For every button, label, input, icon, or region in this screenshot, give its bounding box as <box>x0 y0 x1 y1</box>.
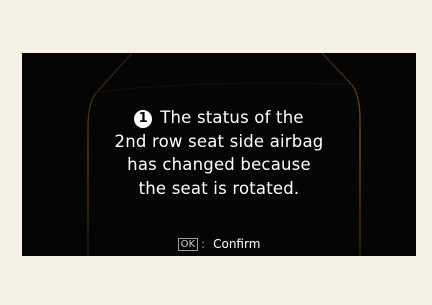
message-line-4: the seat is rotated. <box>138 178 300 198</box>
message-text-1: The status of the <box>160 108 304 127</box>
message-line-1: 1 The status of the <box>22 106 416 130</box>
notification-message: 1 The status of the 2nd row seat side air… <box>22 106 416 200</box>
message-line-3: has changed because <box>127 155 311 174</box>
info-number-1-icon: 1 <box>134 110 153 128</box>
cluster-display: 1 The status of the 2nd row seat side air… <box>22 53 416 256</box>
message-line-2: 2nd row seat side airbag <box>114 131 324 151</box>
ok-key-icon[interactable]: OK <box>177 238 199 251</box>
page: 1 The status of the 2nd row seat side air… <box>0 0 432 305</box>
confirm-footer[interactable]: OK: Confirm <box>22 237 416 251</box>
footer-separator: : <box>201 237 206 251</box>
confirm-label[interactable]: Confirm <box>213 237 260 251</box>
